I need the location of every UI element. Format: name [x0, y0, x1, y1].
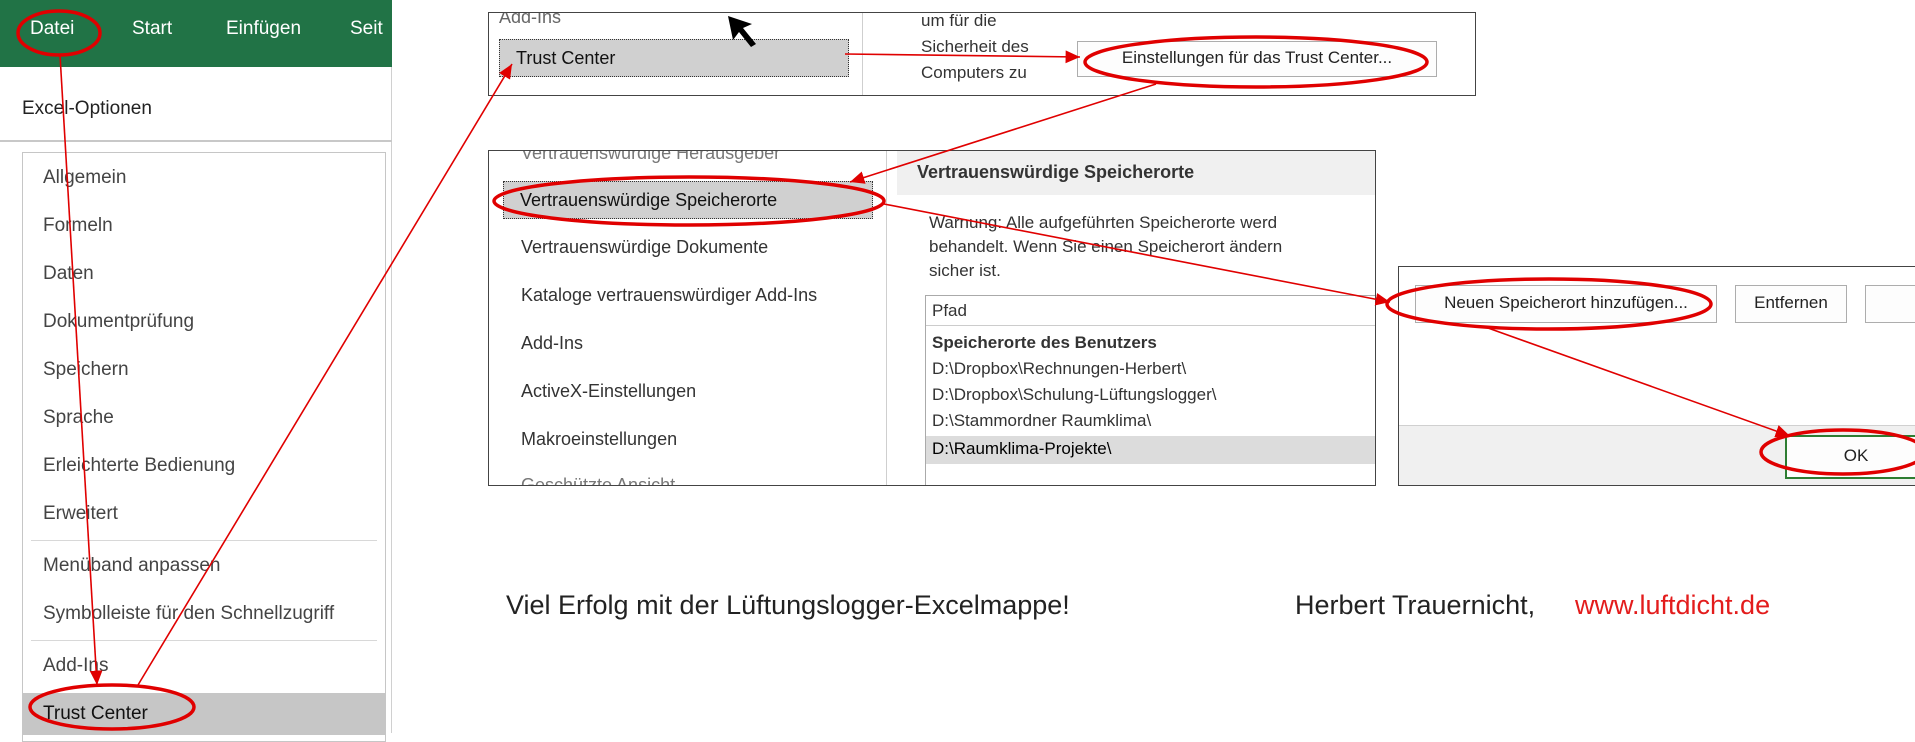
- ok-button[interactable]: OK: [1785, 435, 1915, 479]
- nav-trusted-addin-catalogs[interactable]: Kataloge vertrauenswürdiger Add-Ins: [521, 285, 817, 306]
- table-row[interactable]: D:\Dropbox\Schulung-Lüftungslogger\: [932, 385, 1216, 405]
- nav-activex-settings[interactable]: ActiveX-Einstellungen: [521, 381, 696, 402]
- mouse-cursor-icon: [728, 16, 756, 47]
- ribbon-bar: Datei Start Einfügen Seit: [0, 0, 392, 67]
- nav-trusted-publishers[interactable]: Vertrauenswürdige Herausgeber: [521, 151, 780, 164]
- trust-nav-column: Add-Ins Trust Center: [489, 13, 863, 95]
- nav-macro-settings[interactable]: Makroeinstellungen: [521, 429, 677, 450]
- category-sprache[interactable]: Sprache: [23, 397, 385, 439]
- category-formeln[interactable]: Formeln: [23, 205, 385, 247]
- trust-desc-line-1: um für die: [921, 12, 997, 30]
- author-name: Herbert Trauernicht,: [1295, 590, 1536, 620]
- warning-line-2: behandelt. Wenn Sie einen Speicherort än…: [929, 237, 1283, 256]
- modify-button-partial[interactable]: [1865, 285, 1915, 323]
- tab-datei[interactable]: Datei: [30, 18, 74, 40]
- column-header-path[interactable]: Pfad: [932, 301, 967, 321]
- nav-trusted-documents[interactable]: Vertrauenswürdige Dokumente: [521, 237, 768, 258]
- category-add-ins[interactable]: Add-Ins: [23, 645, 385, 687]
- table-row[interactable]: D:\Dropbox\Rechnungen-Herbert\: [932, 359, 1186, 379]
- locations-heading: Vertrauenswürdige Speicherorte: [917, 162, 1195, 182]
- category-divider: [31, 640, 377, 641]
- category-dokumentpruefung[interactable]: Dokumentprüfung: [23, 301, 385, 343]
- category-speichern[interactable]: Speichern: [23, 349, 385, 391]
- category-erleichterte-bedienung[interactable]: Erleichterte Bedienung: [23, 445, 385, 487]
- nav-trusted-locations[interactable]: Vertrauenswürdige Speicherorte: [503, 181, 873, 219]
- category-allgemein[interactable]: Allgemein: [23, 157, 385, 199]
- warning-line-1: Warnung: Alle aufgeführten Speicherorte …: [929, 213, 1278, 232]
- remove-button[interactable]: Entfernen: [1735, 285, 1847, 323]
- tab-seitenlayout[interactable]: Seit: [350, 18, 383, 40]
- user-locations-group-header: Speicherorte des Benutzers: [932, 333, 1157, 352]
- table-row-selected[interactable]: D:\Raumklima-Projekte\: [932, 439, 1112, 459]
- table-row[interactable]: D:\Stammordner Raumklima\: [932, 411, 1151, 431]
- category-menueband-anpassen[interactable]: Menüband anpassen: [23, 545, 385, 587]
- category-erweitert[interactable]: Erweitert: [23, 493, 385, 535]
- success-message: Viel Erfolg mit der Lüftungslogger-Excel…: [506, 590, 1070, 620]
- title-separator: [0, 140, 392, 142]
- nav-protected-view[interactable]: Geschützte Ansicht: [521, 475, 675, 485]
- locations-table: Pfad Speicherorte des Benutzers D:\Dropb…: [925, 295, 1375, 485]
- trust-desc-line-2: Sicherheit des: [921, 37, 1029, 56]
- category-divider: [31, 540, 377, 541]
- tab-einfuegen[interactable]: Einfügen: [226, 18, 301, 40]
- nav-add-ins[interactable]: Add-Ins: [521, 333, 583, 354]
- warning-line-3: sicher ist.: [929, 261, 1001, 280]
- nav-add-ins-partial[interactable]: Add-Ins: [499, 13, 561, 28]
- nav-trust-center[interactable]: Trust Center: [499, 39, 849, 77]
- trust-desc-line-3: Computers zu: [921, 63, 1027, 82]
- website-link[interactable]: www.luftdicht.de: [1575, 590, 1770, 621]
- tab-start[interactable]: Start: [132, 18, 172, 40]
- column-header-row: [926, 296, 1375, 326]
- trust-center-panel: Add-Ins Trust Center um für die Sicherhe…: [488, 12, 1476, 96]
- category-daten[interactable]: Daten: [23, 253, 385, 295]
- add-location-panel: Neuen Speicherort hinzufügen... Entferne…: [1398, 266, 1915, 486]
- options-category-list: Allgemein Formeln Daten Dokumentprüfung …: [22, 152, 386, 742]
- excel-options-title: Excel-Optionen: [22, 98, 152, 119]
- category-trust-center[interactable]: Trust Center: [23, 693, 385, 735]
- trust-center-settings-button[interactable]: Einstellungen für das Trust Center...: [1077, 41, 1437, 77]
- locations-nav-column: Vertrauenswürdige Herausgeber Vertrauens…: [489, 151, 887, 485]
- add-new-location-button[interactable]: Neuen Speicherort hinzufügen...: [1415, 285, 1717, 323]
- trusted-locations-panel: Vertrauenswürdige Herausgeber Vertrauens…: [488, 150, 1376, 486]
- category-schnellzugriff[interactable]: Symbolleiste für den Schnellzugriff: [23, 593, 385, 635]
